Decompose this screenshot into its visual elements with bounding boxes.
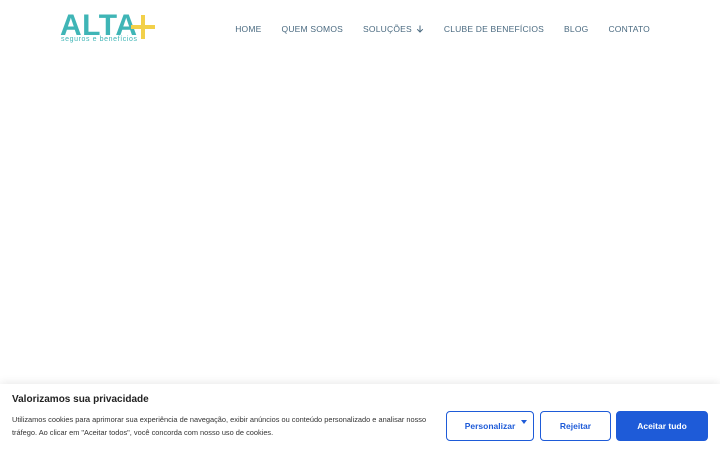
accept-button-label: Aceitar tudo [637, 421, 687, 431]
site-header: ALTA seguros e benefícios HOME QUEM SOMO… [0, 0, 720, 58]
cookie-banner: Valorizamos sua privacidade Utilizamos c… [0, 384, 720, 450]
cookie-title: Valorizamos sua privacidade [12, 394, 149, 405]
page: ALTA seguros e benefícios HOME QUEM SOMO… [0, 0, 720, 450]
chevron-down-icon [416, 25, 424, 33]
nav-label: QUEM SOMOS [281, 24, 344, 34]
nav-solucoes[interactable]: SOLUÇÕES [363, 24, 424, 34]
accept-all-button[interactable]: Aceitar tudo [616, 411, 708, 441]
reject-button-label: Rejeitar [559, 421, 592, 431]
nav-blog[interactable]: BLOG [564, 24, 588, 34]
main-nav: HOME QUEM SOMOS SOLUÇÕES CLUBE DE BENEFÍ… [235, 22, 650, 36]
nav-home[interactable]: HOME [235, 24, 261, 34]
nav-clube-de-beneficios[interactable]: CLUBE DE BENEFÍCIOS [444, 24, 544, 34]
logo-tagline: seguros e benefícios [61, 36, 138, 43]
cookie-text: Utilizamos cookies para aprimorar sua ex… [12, 415, 427, 437]
customize-button-label: Personalizar [464, 421, 516, 431]
nav-label: BLOG [564, 24, 589, 34]
logo[interactable]: ALTA seguros e benefícios [60, 10, 160, 46]
nav-quem-somos[interactable]: QUEM SOMOS [282, 24, 344, 34]
nav-label: CLUBE DE BENEFÍCIOS [443, 24, 545, 34]
nav-label: SOLUÇÕES [363, 24, 412, 34]
reject-button[interactable]: Rejeitar [540, 411, 611, 441]
nav-contato[interactable]: CONTATO [608, 24, 650, 34]
caret-down-icon [521, 420, 527, 424]
customize-button[interactable]: Personalizar [446, 411, 534, 441]
nav-label: CONTATO [608, 24, 650, 34]
nav-label: HOME [235, 24, 262, 34]
